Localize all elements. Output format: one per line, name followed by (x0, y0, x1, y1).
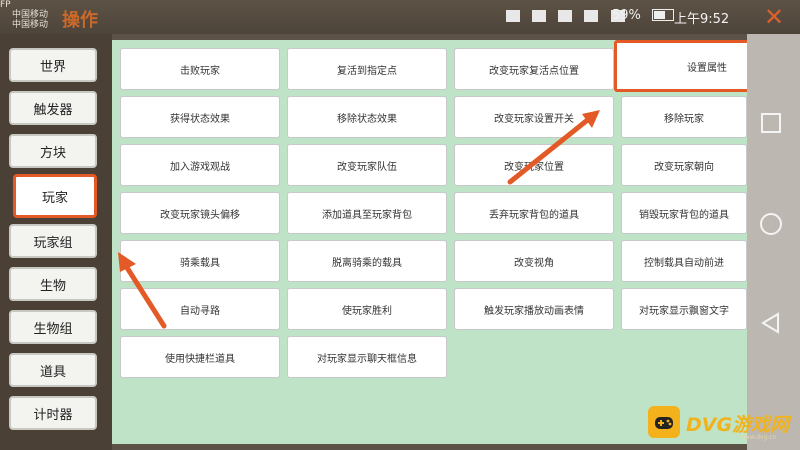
cmd-defeat-player[interactable]: 击败玩家 (120, 48, 280, 90)
cmd-camera-offset[interactable]: 改变玩家镜头偏移 (120, 192, 280, 234)
cmd-use-hotbar-item[interactable]: 使用快捷栏道具 (120, 336, 280, 378)
cmd-change-position[interactable]: 改变玩家位置 (454, 144, 614, 186)
cmd-join-spectate[interactable]: 加入游戏观战 (120, 144, 280, 186)
cmd-play-emote[interactable]: 触发玩家播放动画表情 (454, 288, 614, 330)
recent-apps-icon[interactable] (760, 112, 782, 134)
nav-item-creature[interactable]: 生物 (9, 267, 97, 301)
clock: 上午9:52 (674, 12, 730, 27)
watermark-url: www.dvg.cn (740, 434, 777, 441)
cmd-remove-status[interactable]: 移除状态效果 (287, 96, 447, 138)
signal-4g-icon (584, 9, 599, 22)
eye-icon (558, 9, 573, 22)
cmd-change-view[interactable]: 改变视角 (454, 240, 614, 282)
back-icon[interactable] (761, 312, 781, 334)
nav-item-timer[interactable]: 计时器 (9, 396, 97, 430)
nav-item-player[interactable]: 玩家 (13, 174, 97, 218)
carrier-line-3: 中国移动 (12, 20, 49, 30)
cmd-drop-bag-item[interactable]: 丢弃玩家背包的道具 (454, 192, 614, 234)
cmd-vehicle-auto-forward[interactable]: 控制载具自动前进 (621, 240, 747, 282)
cmd-destroy-bag-item[interactable]: 销毁玩家背包的道具 (621, 192, 747, 234)
cmd-add-item-to-bag[interactable]: 添加道具至玩家背包 (287, 192, 447, 234)
hd-icon (532, 9, 547, 22)
close-icon[interactable]: ✕ (764, 4, 784, 30)
gamepad-icon (648, 406, 680, 438)
nav-item-creature-group[interactable]: 生物组 (9, 310, 97, 344)
cmd-remove-player[interactable]: 移除玩家 (621, 96, 747, 138)
nav-item-trigger[interactable]: 触发器 (9, 91, 97, 125)
gamepad-glyph (655, 417, 673, 429)
carrier-line-1: FP (0, 0, 11, 10)
watermark: DVG游戏网 www.dvg.cn (648, 402, 794, 442)
cmd-gain-status[interactable]: 获得状态效果 (120, 96, 280, 138)
battery-text: 59% (612, 8, 641, 23)
carrier-overlay: FP 中国移动 中国移动 (0, 0, 48, 30)
cmd-leave-vehicle[interactable]: 脱离骑乘的载具 (287, 240, 447, 282)
watermark-text: DVG游戏网 (686, 414, 790, 436)
home-icon[interactable] (759, 212, 783, 236)
nav-item-world[interactable]: 世界 (9, 48, 97, 82)
cmd-show-chat-message[interactable]: 对玩家显示聊天框信息 (287, 336, 447, 378)
battery-icon (652, 8, 674, 21)
panel-title: 操作 (62, 10, 98, 31)
top-bar: FP 中国移动 中国移动 操作 59% 上午9:52 ✕ (0, 0, 800, 34)
mute-icon (506, 9, 520, 22)
cmd-revive-at-point[interactable]: 复活到指定点 (287, 48, 447, 90)
cmd-show-float-text[interactable]: 对玩家显示飘窗文字 (621, 288, 747, 330)
app-root: FP 中国移动 中国移动 操作 59% 上午9:52 ✕ 世界 触发器 方块 玩… (0, 0, 800, 450)
cmd-auto-pathfind[interactable]: 自动寻路 (120, 288, 280, 330)
nav-item-item[interactable]: 道具 (9, 353, 97, 387)
cmd-ride-vehicle[interactable]: 骑乘载具 (120, 240, 280, 282)
system-nav-bar (747, 34, 800, 450)
cmd-player-setting-switch[interactable]: 改变玩家设置开关 (454, 96, 614, 138)
cmd-player-win[interactable]: 使玩家胜利 (287, 288, 447, 330)
nav-item-block[interactable]: 方块 (9, 134, 97, 168)
cmd-change-facing[interactable]: 改变玩家朝向 (621, 144, 747, 186)
carrier-line-2: 中国移动 (12, 10, 49, 20)
cmd-change-team[interactable]: 改变玩家队伍 (287, 144, 447, 186)
nav-item-player-group[interactable]: 玩家组 (9, 224, 97, 258)
cmd-change-respawn[interactable]: 改变玩家复活点位置 (454, 48, 614, 90)
